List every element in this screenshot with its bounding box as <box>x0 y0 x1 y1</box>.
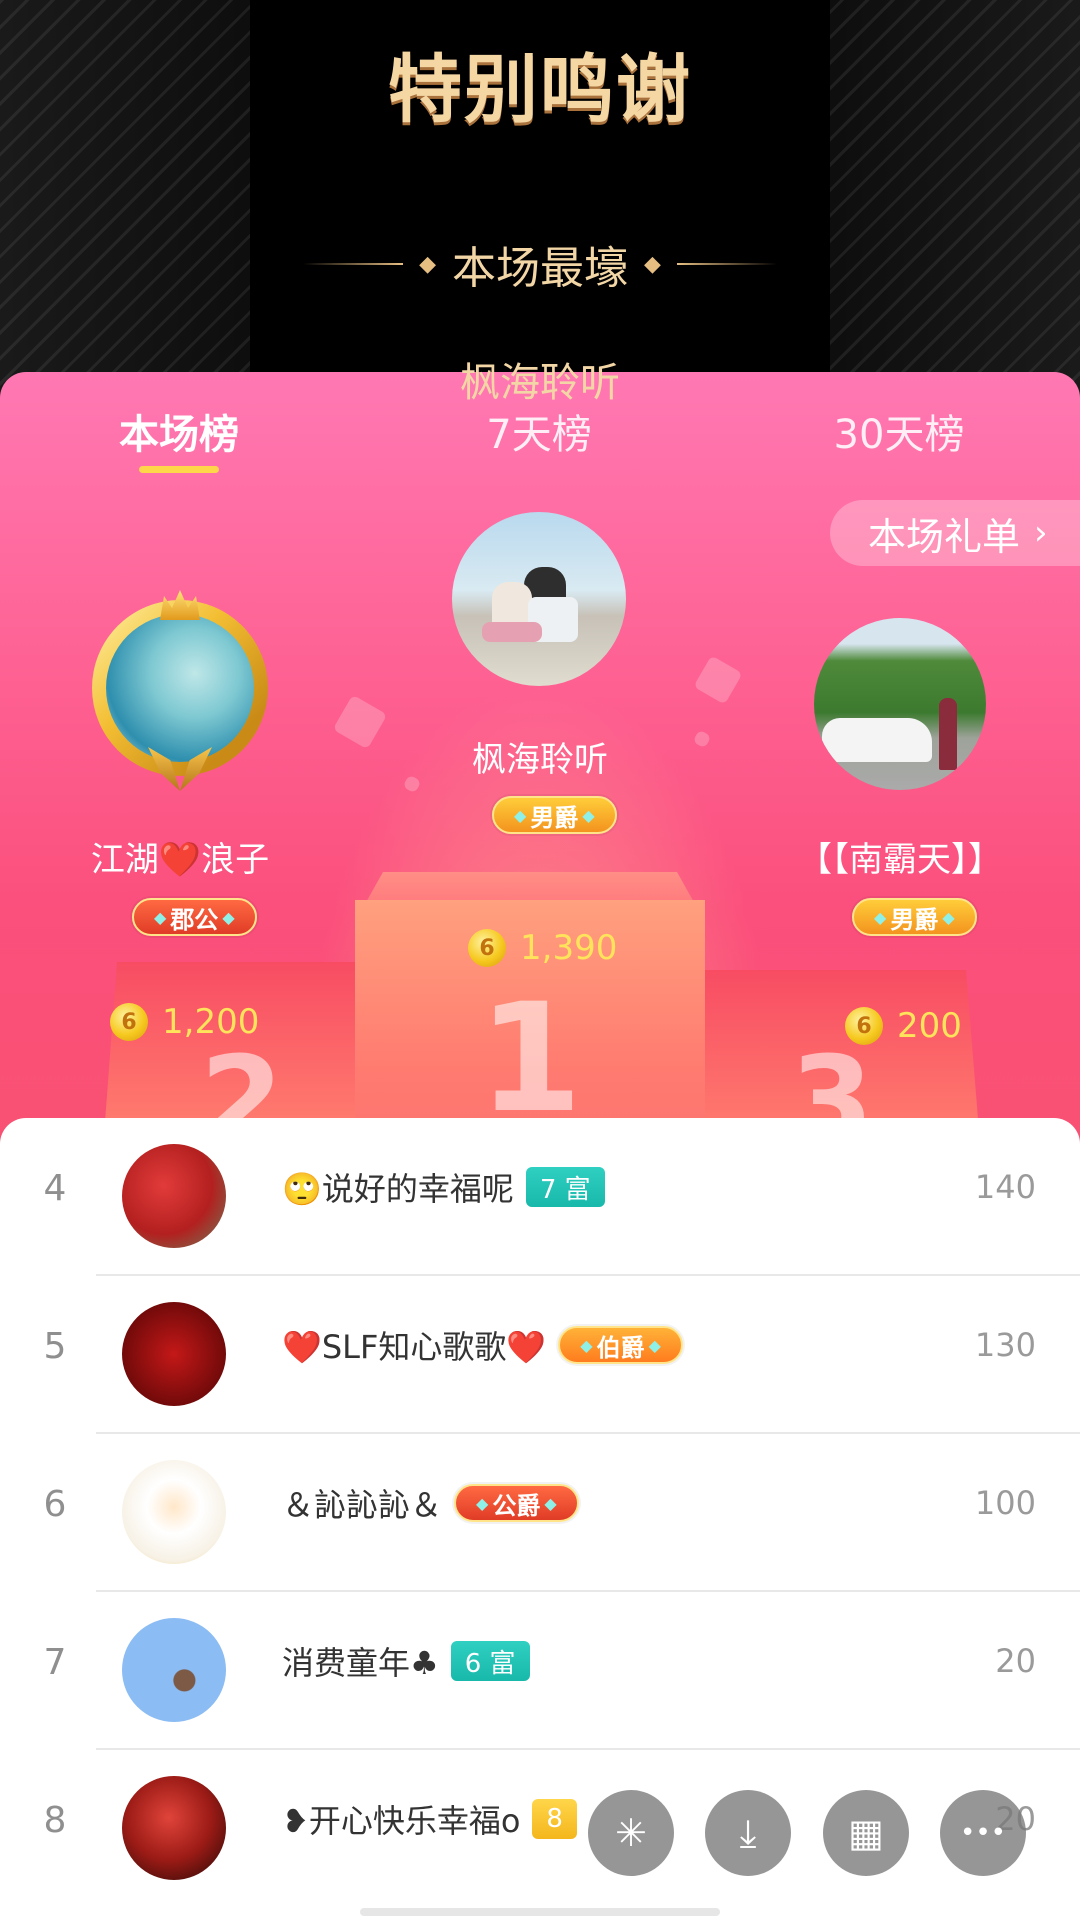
download-button[interactable]: ⤓ <box>705 1790 791 1876</box>
second-score: 6 1,200 <box>110 1002 259 1042</box>
third-score: 6 200 <box>845 1006 962 1046</box>
avatar[interactable] <box>122 1460 226 1564</box>
gem-icon: ◆ <box>514 805 527 825</box>
user-name: ＆訫訫訫＆ <box>282 1486 443 1524</box>
list-item[interactable]: 8 ❥开心快乐幸福o 8 20 <box>0 1750 1080 1908</box>
diamond-icon: ◆ <box>419 251 436 277</box>
noble-badge-label: 伯爵 <box>596 1333 645 1362</box>
avatar[interactable] <box>122 1144 226 1248</box>
second-name: 江湖❤️浪子 <box>90 840 270 880</box>
gem-icon: ◆ <box>222 907 235 927</box>
banner-peek-name: 枫海聆听 <box>460 360 620 406</box>
second-score-value: 1,200 <box>162 1002 260 1042</box>
first-score-value: 1,390 <box>520 928 618 968</box>
avatar[interactable] <box>122 1618 226 1722</box>
list-item[interactable]: 6 ＆訫訫訫＆ ◆ 公爵 ◆ 100 <box>0 1434 1080 1592</box>
contribution-value: 140 <box>974 1168 1036 1206</box>
decor-line-left <box>303 263 404 265</box>
gem-icon: ◆ <box>648 1335 661 1355</box>
rank-number: 5 <box>43 1326 67 1367</box>
first-badge: ◆ 男爵 ◆ <box>492 796 617 834</box>
banner-subtitle: 本场最壕 <box>452 243 628 294</box>
crown-icon <box>160 590 200 620</box>
user-name: 消费童年♣ <box>282 1644 439 1682</box>
noble-badge: ◆ 伯爵 ◆ <box>558 1326 683 1364</box>
avatar[interactable] <box>122 1776 226 1880</box>
first-name: 枫海聆听 <box>472 740 608 780</box>
download-icon: ⤓ <box>739 1810 757 1855</box>
gem-icon: ◆ <box>580 1335 593 1355</box>
banner-title: 特别鸣谢 <box>388 47 692 133</box>
gem-icon: ◆ <box>154 907 167 927</box>
second-badge: ◆ 郡公 ◆ <box>132 898 257 936</box>
more-button[interactable]: ••• <box>940 1790 1026 1876</box>
tab-active-indicator <box>139 466 219 473</box>
user-name: 🙄说好的幸福呢 <box>282 1170 514 1208</box>
gift-list-label: 本场礼单 <box>868 514 1021 559</box>
contribution-value: 100 <box>974 1484 1036 1522</box>
coin-icon: 6 <box>468 929 506 967</box>
tab-30-days[interactable]: 30天榜 <box>769 402 1029 460</box>
gift-list-button[interactable]: 本场礼单 › <box>830 500 1080 566</box>
grid-icon: ▦ <box>848 1811 884 1855</box>
user-name: ❥开心快乐幸福o <box>282 1802 521 1840</box>
rank-number: 8 <box>43 1800 67 1841</box>
sparkle-button[interactable]: ✳ <box>588 1790 674 1876</box>
tab-7-days[interactable]: 7天榜 <box>409 402 669 460</box>
more-icon: ••• <box>959 1818 1006 1848</box>
contribution-value: 20 <box>995 1642 1036 1680</box>
noble-badge-label: 公爵 <box>492 1491 541 1520</box>
second-badge-label: 郡公 <box>170 905 219 934</box>
rich-level-badge: 7 富 <box>525 1167 605 1207</box>
user-name: ❤️SLF知心歌歌❤️ <box>282 1328 547 1366</box>
avatar-second[interactable] <box>92 600 268 776</box>
first-badge-label: 男爵 <box>530 803 579 832</box>
contribution-value: 130 <box>974 1326 1036 1364</box>
rich-level-badge: 8 <box>532 1799 577 1839</box>
gem-icon: ◆ <box>942 907 955 927</box>
gem-icon: ◆ <box>874 907 887 927</box>
coin-icon: 6 <box>110 1003 148 1041</box>
third-badge-label: 男爵 <box>890 905 939 934</box>
avatar[interactable] <box>122 1302 226 1406</box>
third-name: 【【南霸天】】 <box>798 840 1002 880</box>
decor-line-right <box>676 263 777 265</box>
banner-subtitle-row: ◆ 本场最壕 ◆ <box>0 232 1080 296</box>
grid-button[interactable]: ▦ <box>823 1790 909 1876</box>
gem-icon: ◆ <box>544 1493 557 1513</box>
avatar-first[interactable] <box>452 512 626 686</box>
first-score: 6 1,390 <box>468 928 617 968</box>
third-badge: ◆ 男爵 ◆ <box>852 898 977 936</box>
coin-icon: 6 <box>845 1007 883 1045</box>
list-item[interactable]: 7 消费童年♣ 6 富 20 <box>0 1592 1080 1750</box>
avatar-third[interactable] <box>814 618 986 790</box>
noble-badge: ◆ 公爵 ◆ <box>454 1484 579 1522</box>
rank-number: 6 <box>43 1484 67 1525</box>
rank-number: 4 <box>43 1168 67 1209</box>
sparkle-icon: ✳ <box>615 1811 647 1855</box>
tab-this-session[interactable]: 本场榜 <box>49 402 309 460</box>
list-item[interactable]: 4 🙄说好的幸福呢 7 富 140 <box>0 1118 1080 1276</box>
ranking-list: 4 🙄说好的幸福呢 7 富 140 5 ❤️SLF知心歌歌❤️ ◆ 伯爵 ◆ 1… <box>0 1118 1080 1920</box>
chevron-right-icon: › <box>1034 513 1048 553</box>
rank-number: 7 <box>43 1642 67 1683</box>
gem-icon: ◆ <box>582 805 595 825</box>
home-indicator[interactable] <box>360 1908 720 1916</box>
diamond-icon: ◆ <box>644 251 661 277</box>
list-item[interactable]: 5 ❤️SLF知心歌歌❤️ ◆ 伯爵 ◆ 130 <box>0 1276 1080 1434</box>
gem-icon: ◆ <box>476 1493 489 1513</box>
rich-level-badge: 6 富 <box>450 1641 530 1681</box>
third-score-value: 200 <box>897 1006 962 1046</box>
